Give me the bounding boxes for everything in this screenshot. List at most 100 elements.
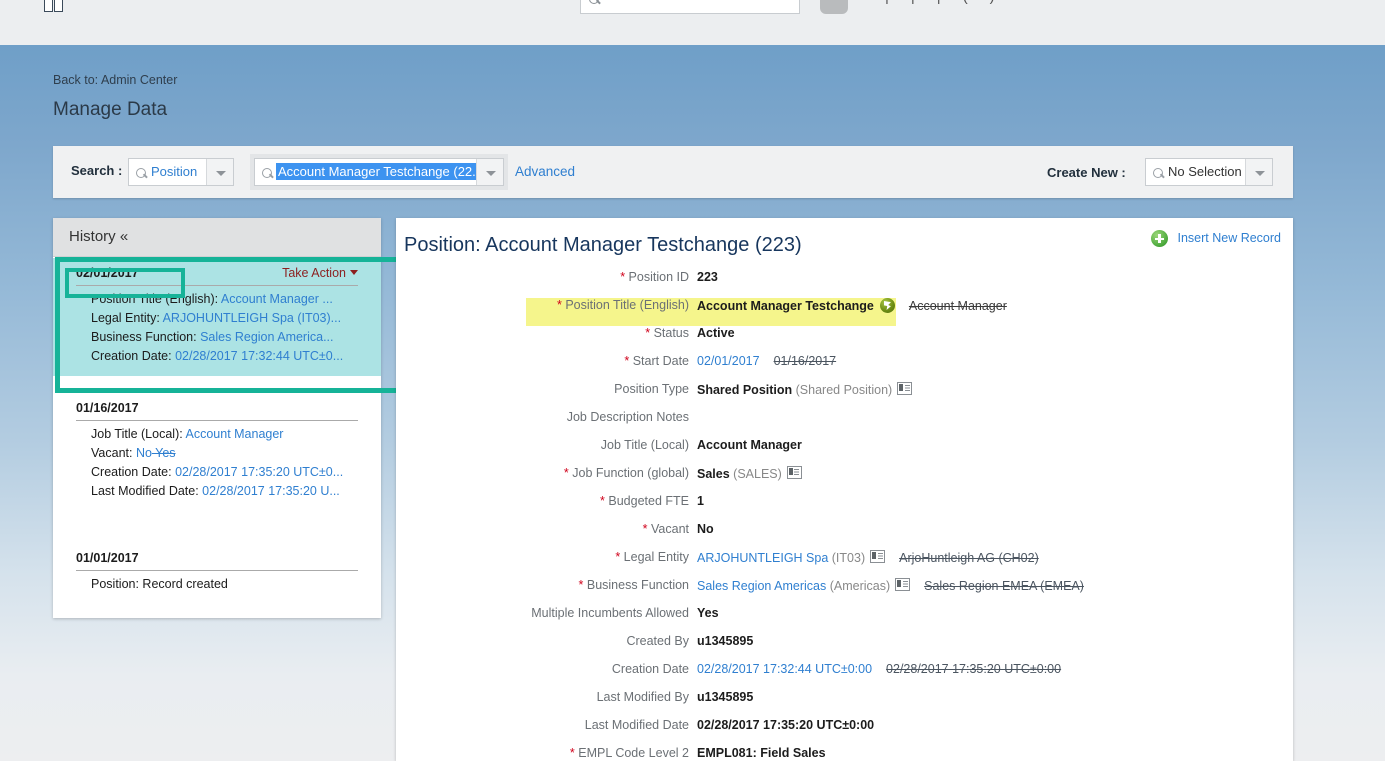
history-row-label: Position Title (English): <box>91 292 221 306</box>
history-entry-row: Creation Date: 02/28/2017 17:32:44 UTC±0… <box>91 347 373 366</box>
record-detail-panel: Position: Account Manager Testchange (22… <box>396 218 1293 761</box>
global-search-box[interactable] <box>580 0 800 14</box>
detail-field-value: 1 <box>697 494 704 508</box>
history-row-value[interactable]: Sales Region America... <box>200 330 333 344</box>
detail-field-label: * EMPL Code Level 2 <box>396 746 689 760</box>
history-entry-date: 02/01/2017 <box>76 266 139 280</box>
plus-circle-icon[interactable] <box>1151 230 1168 247</box>
history-row-value[interactable]: No <box>136 446 152 460</box>
chevron-down-icon[interactable] <box>476 159 503 185</box>
history-entry[interactable]: 01/16/2017 Job Title (Local): Account Man… <box>53 393 381 525</box>
record-card-icon[interactable] <box>870 550 886 563</box>
history-entry-row: Position: Record created <box>91 575 373 594</box>
field-value-text[interactable]: Sales Region Americas <box>697 579 826 593</box>
detail-field-label: * Position ID <box>396 270 689 284</box>
history-row-value[interactable]: 02/28/2017 17:35:20 U... <box>202 484 340 498</box>
detail-field-value[interactable]: 02/28/2017 17:32:44 UTC±0:00 02/28/2017 1… <box>697 662 1061 676</box>
detail-field-value: 02/28/2017 17:35:20 UTC±0:00 <box>697 718 874 732</box>
field-old-value: Account Manager <box>908 299 1007 313</box>
history-header: History « <box>53 218 381 257</box>
detail-field-label: * Job Function (global) <box>396 466 689 480</box>
history-entry[interactable]: 01/01/2017 Position: Record created <box>53 543 381 603</box>
history-panel: History « 02/01/2017 Take Action Position … <box>53 218 381 618</box>
detail-field-label: * Vacant <box>396 522 689 536</box>
detail-field-label: * Start Date <box>396 354 689 368</box>
field-value-text[interactable]: 02/01/2017 <box>697 354 760 368</box>
search-query-input[interactable]: Account Manager Testchange (22... <box>254 158 504 186</box>
field-value-text: Yes <box>697 606 719 620</box>
record-card-icon[interactable] <box>895 578 911 591</box>
take-action-menu[interactable]: Take Action <box>282 266 358 280</box>
required-marker: * <box>556 298 562 312</box>
required-marker: * <box>600 494 605 508</box>
detail-field-row: Job Title (Local) Account Manager <box>396 438 1293 466</box>
detail-field-value[interactable]: ARJOHUNTLEIGH Spa (IT03) ArjoHuntleigh AG… <box>697 550 1039 565</box>
field-label-text: EMPL Code Level 2 <box>578 746 689 760</box>
advanced-search-link[interactable]: Advanced <box>515 164 575 179</box>
avatar[interactable] <box>820 0 848 14</box>
detail-field-label: * Legal Entity <box>396 550 689 564</box>
page-title: Manage Data <box>53 99 168 120</box>
create-new-select[interactable]: No Selection <box>1145 158 1273 186</box>
field-label-text: Vacant <box>651 522 689 536</box>
create-new-label: Create New : <box>1047 165 1126 180</box>
record-card-icon[interactable] <box>897 382 913 395</box>
detail-field-value: 223 <box>697 270 718 284</box>
chevron-down-icon[interactable] <box>1245 159 1272 185</box>
history-row-value[interactable]: 02/28/2017 17:35:20 UTC±0... <box>175 465 343 479</box>
insert-new-record-link[interactable]: Insert New Record <box>1177 231 1281 245</box>
field-value-text: Active <box>697 326 735 340</box>
divider <box>76 570 358 571</box>
detail-field-row: * Budgeted FTE 1 <box>396 494 1293 522</box>
history-entry-row: Creation Date: 02/28/2017 17:35:20 UTC±0… <box>91 463 373 482</box>
field-value-text[interactable]: 02/28/2017 17:32:44 UTC±0:00 <box>697 662 872 676</box>
field-label-text: Creation Date <box>611 662 689 676</box>
breadcrumb[interactable]: Back to: Admin Center <box>53 73 177 87</box>
history-row-value[interactable]: 02/28/2017 17:32:44 UTC±0... <box>175 349 343 363</box>
field-value-text: Account Manager <box>697 438 802 452</box>
field-value-text: 223 <box>697 270 718 284</box>
required-marker: * <box>578 578 584 592</box>
detail-field-row: Last Modified By u1345895 <box>396 690 1293 718</box>
detail-field-row: * Business Function Sales Region Americas… <box>396 578 1293 606</box>
history-row-value[interactable]: ARJOHUNTLEIGH Spa (IT03)... <box>163 311 342 325</box>
search-icon <box>1153 168 1163 178</box>
detail-field-label: Last Modified By <box>396 690 689 704</box>
field-value-code: (IT03) <box>831 551 866 565</box>
history-row-value[interactable]: Account Manager ... <box>221 292 333 306</box>
record-card-icon[interactable] <box>786 466 802 479</box>
search-type-select[interactable]: Position <box>128 158 234 186</box>
detail-field-label: Creation Date <box>396 662 689 676</box>
field-label-text: Created By <box>626 634 689 648</box>
detail-field-row: Position Type Shared Position (Shared Pos… <box>396 382 1293 410</box>
history-title: History « <box>69 228 129 245</box>
history-entry-date: 01/16/2017 <box>76 401 139 415</box>
detail-field-row: * Legal Entity ARJOHUNTLEIGH Spa (IT03) Ar… <box>396 550 1293 578</box>
detail-field-row: Multiple Incumbents Allowed Yes <box>396 606 1293 634</box>
history-row-value[interactable]: Account Manager <box>186 427 284 441</box>
chevron-down-icon[interactable] <box>206 159 233 185</box>
history-row-label: Job Title (Local): <box>91 427 186 441</box>
field-value-text[interactable]: ARJOHUNTLEIGH Spa <box>697 551 828 565</box>
divider <box>76 285 358 286</box>
field-value-text: 1 <box>697 494 704 508</box>
field-old-value: 01/16/2017 <box>773 354 837 368</box>
search-icon <box>136 168 146 178</box>
detail-field-label: Job Description Notes <box>396 410 689 424</box>
search-icon <box>262 168 272 178</box>
field-label-text: Position Title (English) <box>565 298 689 312</box>
search-label: Search : <box>71 163 123 178</box>
detail-field-value[interactable]: Sales Region Americas (Americas) Sales Re… <box>697 578 1084 593</box>
search-type-value: Position <box>151 164 198 179</box>
detail-field-value[interactable]: 02/01/2017 01/16/2017 <box>697 354 836 368</box>
detail-field-value: u1345895 <box>697 634 753 648</box>
field-label-text: Last Modified By <box>596 690 689 704</box>
required-marker: * <box>563 466 569 480</box>
globe-icon[interactable] <box>879 298 895 313</box>
field-label-text: Start Date <box>632 354 689 368</box>
detail-field-label: * Budgeted FTE <box>396 494 689 508</box>
detail-field-label: * Status <box>396 326 689 340</box>
history-entry[interactable]: 02/01/2017 Take Action Position Title (Eng… <box>53 258 381 376</box>
take-action-label: Take Action <box>282 266 346 280</box>
field-value-text: No <box>697 522 714 536</box>
